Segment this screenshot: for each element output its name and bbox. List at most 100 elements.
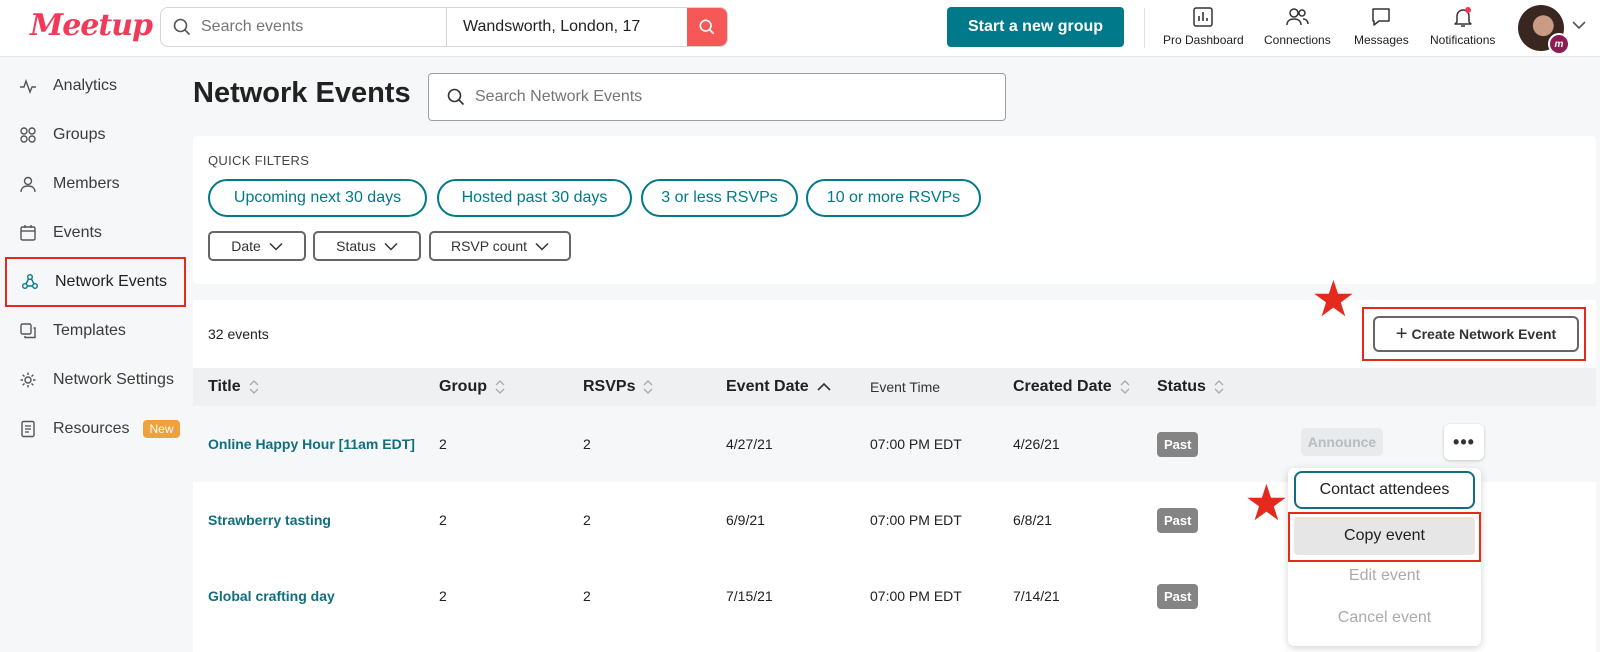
dropdown-label: RSVP count <box>450 238 527 254</box>
nav-messages[interactable]: Messages <box>1354 6 1409 47</box>
network-events-search-input[interactable]: Search Network Events <box>428 73 1006 121</box>
status-dropdown[interactable]: Status <box>313 231 421 261</box>
start-new-group-button[interactable]: Start a new group <box>947 7 1124 47</box>
sidebar-item-label: Network Events <box>55 273 168 290</box>
rsvp-count-dropdown[interactable]: RSVP count <box>429 231 571 261</box>
created-date-cell: 4/26/21 <box>1013 436 1060 452</box>
bell-icon <box>1453 7 1472 27</box>
group-cell: 2 <box>439 436 447 452</box>
column-group[interactable]: Group <box>439 368 505 406</box>
page-title: Network Events <box>193 77 411 109</box>
new-badge: New <box>143 420 180 438</box>
avatar[interactable]: m <box>1518 5 1570 55</box>
bar-chart-icon <box>1193 7 1214 27</box>
nav-label: Pro Dashboard <box>1163 33 1244 47</box>
created-date-cell: 7/14/21 <box>1013 588 1060 604</box>
chevron-down-icon <box>269 242 283 251</box>
pulse-icon <box>20 78 36 94</box>
events-count: 32 events <box>208 326 269 342</box>
filter-10-or-more-rsvps[interactable]: 10 or more RSVPs <box>806 179 981 217</box>
sidebar-item-label: Groups <box>53 126 106 143</box>
event-search: Search events Wandsworth, London, 17 <box>160 7 728 47</box>
document-icon <box>21 420 35 438</box>
status-badge: Past <box>1157 507 1199 533</box>
event-title-link[interactable]: Global crafting day <box>208 558 335 634</box>
event-date-cell: 4/27/21 <box>726 436 773 452</box>
sidebar-item-members[interactable]: Members <box>5 159 186 209</box>
created-date-cell: 6/8/21 <box>1013 512 1052 528</box>
calendar-icon <box>20 225 36 241</box>
sidebar-item-label: Resources <box>53 420 130 437</box>
column-event-date[interactable]: Event Date <box>726 368 831 406</box>
quick-filters-label: QUICK FILTERS <box>208 153 310 168</box>
column-title[interactable]: Title <box>208 368 259 406</box>
column-label: Group <box>439 378 487 395</box>
rsvps-cell: 2 <box>583 512 591 528</box>
people-icon <box>1286 8 1310 26</box>
sidebar-item-resources[interactable]: Resources New <box>5 404 186 454</box>
network-icon <box>22 274 38 289</box>
cancel-event-menu-item: Cancel event <box>1337 609 1432 626</box>
sidebar-item-templates[interactable]: Templates <box>5 306 186 356</box>
plus-icon: + <box>1395 322 1408 345</box>
sort-icon <box>495 380 505 394</box>
event-date-cell: 7/15/21 <box>726 588 773 604</box>
chevron-down-icon <box>535 242 549 251</box>
nav-pro-dashboard[interactable]: Pro Dashboard <box>1163 6 1244 47</box>
sidebar-item-label: Templates <box>53 322 126 339</box>
event-title-link[interactable]: Online Happy Hour [11am EDT] <box>208 406 415 482</box>
sidebar-item-events[interactable]: Events <box>5 208 186 258</box>
announce-button[interactable]: Announce <box>1301 428 1383 456</box>
filter-upcoming-30[interactable]: Upcoming next 30 days <box>208 179 427 217</box>
sort-ascending-icon <box>817 382 831 391</box>
column-rsvps[interactable]: RSVPs <box>583 368 653 406</box>
filter-3-or-less-rsvps[interactable]: 3 or less RSVPs <box>641 179 798 217</box>
search-button[interactable] <box>687 8 727 46</box>
sidebar-item-label: Events <box>53 224 102 241</box>
create-network-event-button[interactable]: + Create Network Event <box>1373 316 1579 352</box>
column-label: Created Date <box>1013 378 1112 395</box>
column-status[interactable]: Status <box>1157 368 1224 406</box>
column-created-date[interactable]: Created Date <box>1013 368 1130 406</box>
search-icon <box>447 88 465 106</box>
search-input[interactable]: Search events <box>161 8 447 46</box>
edit-event-menu-item: Edit event <box>1348 567 1421 584</box>
nav-connections[interactable]: Connections <box>1264 6 1331 47</box>
nav-label: Messages <box>1354 33 1409 47</box>
event-title-link[interactable]: Strawberry tasting <box>208 482 331 558</box>
column-label: Status <box>1157 378 1206 395</box>
sort-icon <box>1120 380 1130 394</box>
nav-label: Notifications <box>1430 33 1496 47</box>
search-icon <box>173 18 191 36</box>
meetup-logo[interactable]: Meetup <box>30 8 153 43</box>
dropdown-label: Date <box>231 238 261 254</box>
event-time-cell: 07:00 PM EDT <box>870 588 962 604</box>
sidebar-item-network-events[interactable]: Network Events <box>5 257 186 307</box>
sort-icon <box>249 380 259 394</box>
group-cell: 2 <box>439 588 447 604</box>
sidebar-item-groups[interactable]: Groups <box>5 110 186 160</box>
sidebar-item-label: Analytics <box>53 77 118 94</box>
event-time-cell: 07:00 PM EDT <box>870 436 962 452</box>
search-icon <box>699 19 715 35</box>
sidebar-item-network-settings[interactable]: Network Settings <box>5 355 186 405</box>
annotation-star-icon: ★ <box>1244 475 1289 531</box>
column-label: Event Date <box>726 378 809 395</box>
search-placeholder: Search events <box>201 18 304 35</box>
date-dropdown[interactable]: Date <box>208 231 306 261</box>
filter-hosted-past-30[interactable]: Hosted past 30 days <box>437 179 632 217</box>
nav-notifications[interactable]: Notifications <box>1430 6 1495 47</box>
sidebar-item-analytics[interactable]: Analytics <box>5 61 186 111</box>
table-header: Title Group RSVPs Event Date Event Time … <box>193 368 1596 406</box>
sort-icon <box>1214 380 1224 394</box>
chat-icon <box>1372 8 1391 26</box>
annotation-star-icon: ★ <box>1311 271 1356 327</box>
column-event-time: Event Time <box>870 379 941 395</box>
contact-attendees-menu-item[interactable]: Contact attendees <box>1294 471 1475 509</box>
divider <box>1144 8 1145 48</box>
location-input[interactable]: Wandsworth, London, 17 <box>447 8 687 46</box>
search-placeholder: Search Network Events <box>475 88 643 105</box>
group-cell: 2 <box>439 512 447 528</box>
more-options-icon[interactable]: ••• <box>1444 424 1484 460</box>
chevron-down-icon[interactable] <box>1572 20 1586 30</box>
